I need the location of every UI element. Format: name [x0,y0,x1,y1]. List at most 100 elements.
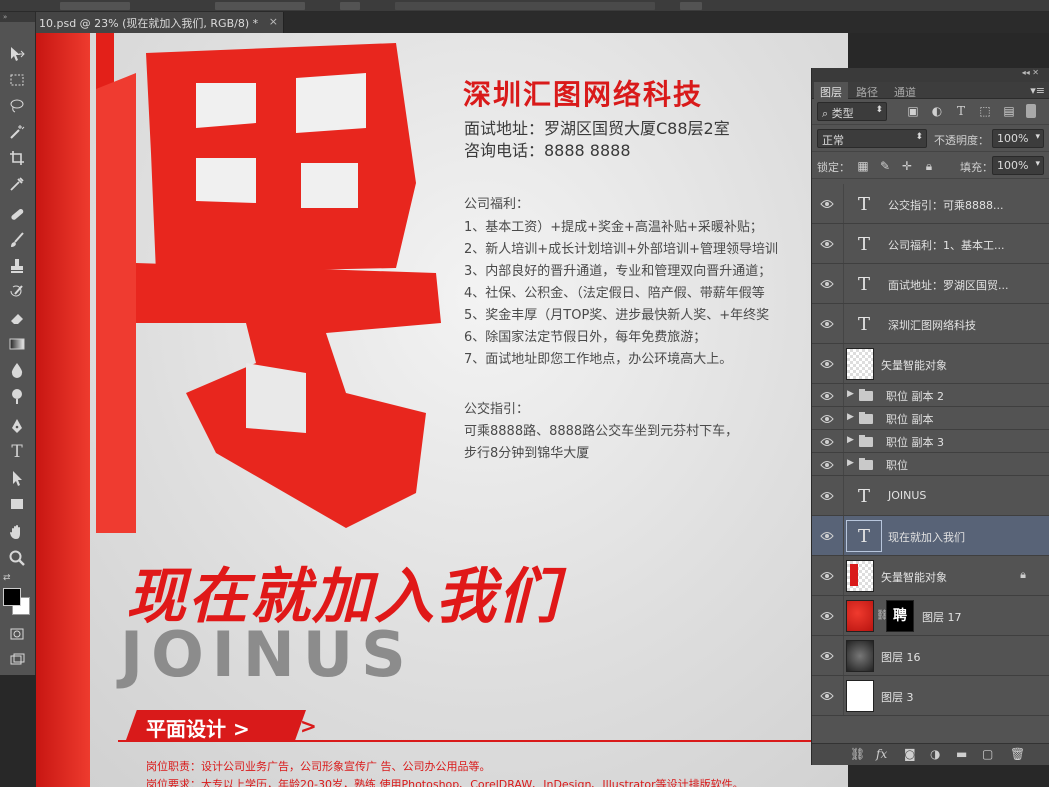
panel-menu-icon[interactable]: ▾≡ [1030,84,1045,97]
add-mask-icon[interactable]: ◙ [904,747,916,761]
screen-mode-icon[interactable] [4,649,30,671]
healing-brush-icon[interactable] [4,203,30,225]
layer-group-row[interactable]: ▶ 职位 副本 [812,407,1049,430]
tab-paths[interactable]: 路径 [850,82,884,99]
new-layer-icon[interactable]: ▢ [982,747,993,761]
opacity-input[interactable]: 100% ▾ [992,129,1044,148]
visibility-eye-icon[interactable] [820,650,834,660]
expand-arrow-icon[interactable]: ▶ [847,412,854,422]
visibility-eye-icon[interactable] [820,690,834,700]
position-label: 平面设计 > [146,717,250,741]
marquee-tool-icon[interactable] [4,69,30,91]
fx-icon[interactable]: fx [876,747,887,761]
visibility-eye-icon[interactable] [820,436,834,446]
expand-arrow-icon[interactable]: ▶ [847,389,854,399]
layer-row[interactable]: T 公司福利：1、基本工... [812,224,1049,264]
visibility-eye-icon[interactable] [820,198,834,208]
adjustment-filter-icon[interactable]: ◐ [930,104,944,118]
zoom-tool-icon[interactable] [4,547,30,569]
adjustment-layer-icon[interactable]: ◑ [930,747,940,761]
filter-toggle-icon[interactable] [1026,104,1036,118]
layer-row[interactable]: ⛓ 聘 图层 17 [812,596,1049,636]
layer-row[interactable]: T JOINUS [812,476,1049,516]
link-layers-icon[interactable]: ⛓ [850,747,865,761]
new-group-icon[interactable]: ▬ [956,747,967,761]
visibility-eye-icon[interactable] [820,238,834,248]
pen-tool-icon[interactable] [4,415,30,437]
path-selection-icon[interactable] [4,467,30,489]
type-filter-icon[interactable]: T [954,104,968,118]
tab-layers[interactable]: 图层 [814,82,848,99]
lock-all-icon[interactable]: 🔒︎ [922,159,936,173]
text-layer-icon: T [857,273,870,295]
swap-colors-icon[interactable]: ⇄ [3,573,11,583]
layer-filter-select[interactable]: ⌕ 类型 ⬍ [817,102,887,121]
eraser-icon[interactable] [4,307,30,329]
lock-position-icon[interactable]: ✛ [900,159,914,173]
layer-row[interactable]: T 深圳汇图网络科技 [812,304,1049,344]
visibility-eye-icon[interactable] [820,318,834,328]
lock-row: 锁定： ▦ ✎ ✛ 🔒︎ 填充： 100% ▾ [812,153,1049,179]
align-controls[interactable] [395,2,655,10]
document-canvas[interactable]: 深圳汇图网络科技 面试地址：罗湖区国贸大厦C88层2室 咨询电话：8888 88… [36,33,848,787]
expand-arrow-icon[interactable]: ▶ [847,458,854,468]
expand-arrow-icon[interactable]: ▶ [847,435,854,445]
options-control[interactable] [215,2,305,10]
visibility-eye-icon[interactable] [820,530,834,540]
folder-icon [859,458,873,470]
type-tool-icon[interactable]: T [4,441,30,463]
visibility-eye-icon[interactable] [820,459,834,469]
options-control[interactable] [680,2,702,10]
blur-tool-icon[interactable] [4,359,30,381]
quick-mask-icon[interactable] [4,623,30,645]
options-control[interactable] [340,2,360,10]
delete-layer-icon[interactable]: 🗑︎ [1010,747,1025,761]
options-control[interactable] [60,2,130,10]
pixel-filter-icon[interactable]: ▣ [906,104,920,118]
layer-row[interactable]: 矢量智能对象 [812,344,1049,384]
hand-tool-icon[interactable] [4,521,30,543]
row-divider [843,407,844,429]
dodge-tool-icon[interactable] [4,385,30,407]
visibility-eye-icon[interactable] [820,610,834,620]
lasso-tool-icon[interactable] [4,95,30,117]
tools-panel-header[interactable]: » [0,12,35,22]
panel-collapse-bar[interactable]: ◂◂ ✕ [812,68,1049,82]
brush-tool-icon[interactable] [4,229,30,251]
layer-row[interactable]: 图层 3 [812,676,1049,716]
visibility-eye-icon[interactable] [820,390,834,400]
magic-wand-icon[interactable] [4,121,30,143]
lock-image-icon[interactable]: ✎ [878,159,892,173]
fill-input[interactable]: 100% ▾ [992,156,1044,175]
layer-group-row[interactable]: ▶ 职位 副本 3 [812,430,1049,453]
layer-row[interactable]: 矢量智能对象 🔒︎ [812,556,1049,596]
layer-row-selected[interactable]: T 现在就加入我们 [812,516,1049,556]
layer-row[interactable]: 图层 16 [812,636,1049,676]
layer-row[interactable]: T 面试地址：罗湖区国贸... [812,264,1049,304]
lock-transparent-icon[interactable]: ▦ [856,159,870,173]
clone-stamp-icon[interactable] [4,255,30,277]
document-tab[interactable]: 10.psd @ 23% (现在就加入我们, RGB/8) * × [36,12,284,33]
gradient-tool-icon[interactable] [4,333,30,355]
rectangle-tool-icon[interactable] [4,493,30,515]
history-brush-icon[interactable] [4,281,30,303]
close-tab-icon[interactable]: × [269,15,278,28]
blend-mode-select[interactable]: 正常 ⬍ [817,129,927,148]
visibility-eye-icon[interactable] [820,570,834,580]
smart-object-filter-icon[interactable]: ▤ [1002,104,1016,118]
move-tool-icon[interactable] [4,43,30,65]
visibility-eye-icon[interactable] [820,278,834,288]
layer-group-row[interactable]: ▶ 职位 副本 2 [812,384,1049,407]
layer-row[interactable]: T 公交指引：可乘8888... [812,184,1049,224]
visibility-eye-icon[interactable] [820,413,834,423]
foreground-color-swatch[interactable] [3,588,21,606]
layer-mask-thumbnail[interactable]: 聘 [886,600,914,632]
crop-tool-icon[interactable] [4,147,30,169]
tab-channels[interactable]: 通道 [888,82,922,99]
visibility-eye-icon[interactable] [820,490,834,500]
layer-thumbnail [846,600,874,632]
shape-filter-icon[interactable]: ⬚ [978,104,992,118]
visibility-eye-icon[interactable] [820,358,834,368]
eyedropper-icon[interactable] [4,173,30,195]
layer-group-row[interactable]: ▶ 职位 [812,453,1049,476]
